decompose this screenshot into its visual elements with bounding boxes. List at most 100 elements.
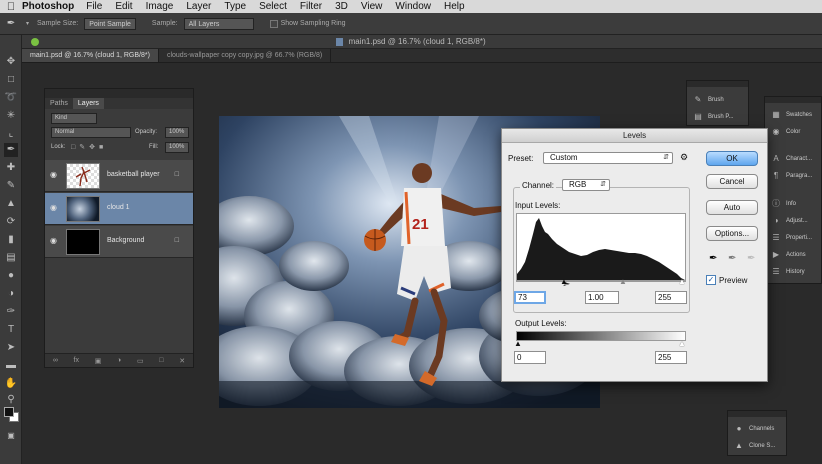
new-group-icon[interactable]: ▭ [137,357,144,365]
input-black-field[interactable]: 73 [514,291,546,304]
dock-item-adjustments[interactable]: ◑ Adjust... [765,212,808,229]
eyedropper-icon[interactable]: ✒ [0,18,22,29]
opacity-input[interactable]: 100% [165,127,189,138]
layer-row-basketball-player[interactable]: ◉ basketball player □ [45,160,193,192]
eye-icon[interactable]: ◉ [50,237,58,245]
tab-paths[interactable]: Paths [45,98,73,109]
dock-item-history[interactable]: ☰ History [765,263,804,280]
layers-panel-header[interactable] [45,89,193,98]
output-white-field[interactable]: 255 [655,351,687,364]
preview-checkbox[interactable]: ✓ [706,275,716,285]
move-tool-icon[interactable]: ✥ [4,55,18,69]
clone-stamp-tool-icon[interactable]: ▲ [4,197,18,211]
dock-item-paragraph[interactable]: ¶ Paragra... [765,167,813,184]
blur-tool-icon[interactable]: ● [4,269,18,283]
black-point-eyedropper-icon[interactable]: ✒ [709,253,717,264]
healing-brush-tool-icon[interactable]: ✚ [4,161,18,175]
doc-tab-clouds[interactable]: clouds-wallpaper copy copy.jpg @ 66.7% (… [159,49,332,62]
preset-gear-icon[interactable]: ⚙ [680,152,688,163]
input-white-field[interactable]: 255 [655,291,687,304]
lock-icons[interactable]: □✎✥■ [71,143,107,151]
sample-select[interactable]: All Layers [183,17,254,30]
foreground-color-swatch[interactable] [4,407,14,417]
dock-item-brush[interactable]: ✎ Brush [687,91,724,108]
adjustment-layer-icon[interactable]: ◑ [117,357,121,364]
menu-filter[interactable]: Filter [300,1,322,12]
output-black-field[interactable]: 0 [514,351,546,364]
tab-layers[interactable]: Layers [72,98,104,109]
brush-tool-icon[interactable]: ✎ [4,179,18,193]
menu-help[interactable]: Help [444,1,465,12]
path-select-tool-icon[interactable]: ➤ [4,341,18,355]
shape-tool-icon[interactable]: ▬ [4,359,18,373]
menu-image[interactable]: Image [146,1,174,12]
type-tool-icon[interactable]: T [4,323,18,337]
doc-tab-main[interactable]: main1.psd @ 16.7% (cloud 1, RGB/8*) [22,49,159,62]
tool-preset-chevron-icon[interactable]: ▾ [26,20,29,27]
menu-file[interactable]: File [86,1,102,12]
hand-tool-icon[interactable]: ✋ [4,377,18,391]
cancel-button[interactable]: Cancel [706,174,758,189]
add-mask-icon[interactable]: ▣ [95,357,102,365]
dock-item-brush-presets[interactable]: ▤ Brush P... [687,108,733,125]
input-slider-track[interactable] [516,281,686,286]
dock-item-info[interactable]: ⓘ Info [765,195,796,212]
menu-select[interactable]: Select [259,1,287,12]
channel-select[interactable]: RGB ⇵ [562,179,610,191]
preset-select[interactable]: Custom ⇵ [543,152,673,164]
app-menu[interactable]: Photoshop [22,1,74,12]
layer-row-background[interactable]: ◉ Background □ [45,226,193,258]
layer-filter-select[interactable]: Kind [51,113,97,124]
window-zoom-button[interactable] [31,38,39,46]
show-sampling-ring-checkbox[interactable] [269,19,278,28]
pen-tool-icon[interactable]: ✑ [4,305,18,319]
input-gamma-field[interactable]: 1.00 [585,291,619,304]
eraser-tool-icon[interactable]: ▮ [4,233,18,247]
blend-mode-select[interactable]: Normal [51,127,131,138]
lasso-tool-icon[interactable]: ➰ [4,91,18,105]
marquee-tool-icon[interactable]: □ [4,73,18,87]
menu-3d[interactable]: 3D [335,1,348,12]
menu-window[interactable]: Window [395,1,431,12]
dodge-tool-icon[interactable]: ◑ [4,287,18,301]
quick-select-tool-icon[interactable]: ✳ [4,109,18,123]
dock-item-color[interactable]: ◉ Color [765,123,801,140]
dock-item-clone-source[interactable]: ▲ Clone S... [728,437,775,454]
menu-edit[interactable]: Edit [115,1,132,12]
menu-type[interactable]: Type [224,1,246,12]
eye-icon[interactable]: ◉ [50,204,58,212]
quick-mask-icon[interactable]: ▣ [4,429,18,443]
output-white-slider-handle[interactable]: ▲ [678,339,686,348]
dock-item-actions[interactable]: ▶ Actions [765,246,806,263]
options-button[interactable]: Options... [706,226,758,241]
dock-item-channels[interactable]: ● Channels [728,420,775,437]
menu-layer[interactable]: Layer [186,1,211,12]
input-white-slider-handle[interactable]: ▲ [678,277,686,286]
history-brush-tool-icon[interactable]: ⟳ [4,215,18,229]
gradient-tool-icon[interactable]: ▤ [4,251,18,265]
dock-item-character[interactable]: A Charact... [765,150,812,167]
levels-title[interactable]: Levels [502,129,767,143]
crop-tool-icon[interactable]: ⌞ [4,127,18,141]
input-gamma-slider-handle[interactable]: ▲ [619,277,627,286]
link-layers-icon[interactable]: ∞ [53,357,58,364]
apple-icon[interactable]:  [0,1,22,13]
dock-item-swatches[interactable]: ▦ Swatches [765,106,812,123]
fx-icon[interactable]: fx [74,357,79,364]
output-black-slider-handle[interactable]: ▲ [514,339,522,348]
layer-row-cloud-1[interactable]: ◉ cloud 1 [45,193,193,225]
white-point-eyedropper-icon[interactable]: ✒ [747,253,755,264]
eyedropper-tool-icon[interactable]: ✒ [4,143,18,157]
output-gradient-bar [516,331,686,341]
delete-layer-icon[interactable]: ✕ [179,357,185,365]
gray-point-eyedropper-icon[interactable]: ✒ [728,253,736,264]
menu-view[interactable]: View [361,1,383,12]
ok-button[interactable]: OK [706,151,758,166]
zoom-tool-icon[interactable]: ⚲ [4,393,18,407]
sample-size-select[interactable]: Point Sample [84,17,136,30]
auto-button[interactable]: Auto [706,200,758,215]
new-layer-icon[interactable]: □ [159,357,163,364]
fill-input[interactable]: 100% [165,142,189,153]
dock-item-properties[interactable]: ☰ Properti... [765,229,812,246]
eye-icon[interactable]: ◉ [50,171,58,179]
